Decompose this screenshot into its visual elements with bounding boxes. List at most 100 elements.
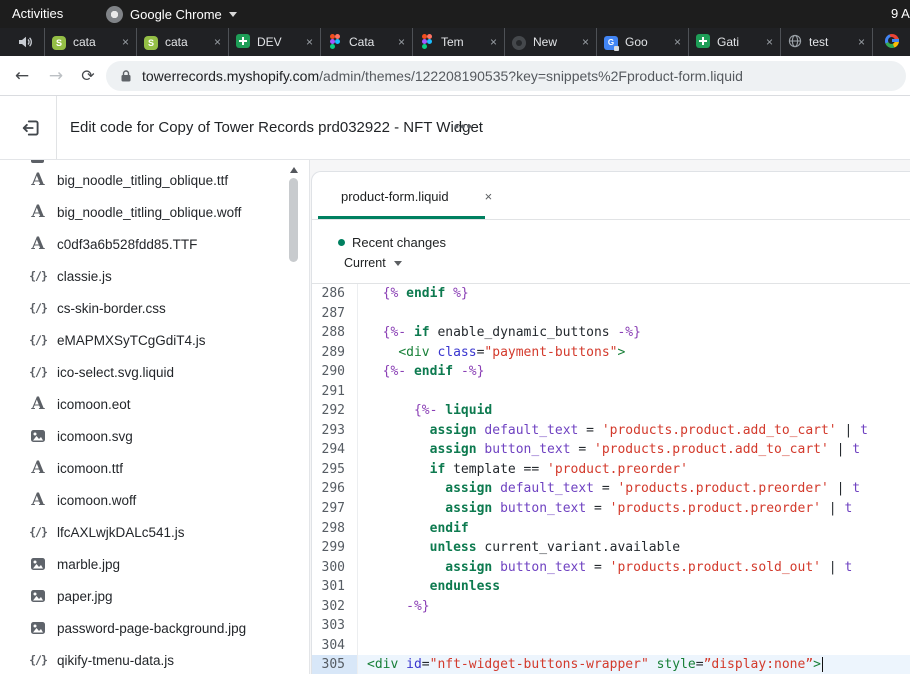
chevron-down-icon: [394, 261, 402, 266]
tab-close-icon[interactable]: ×: [398, 35, 405, 49]
version-dropdown[interactable]: Current: [344, 256, 910, 270]
admin-header: Edit code for Copy of Tower Records prd0…: [0, 96, 910, 160]
file-row[interactable]: {/} ico-select.svg.liquid: [0, 356, 293, 388]
file-row[interactable]: {/} eMAPMXSyTCgGdiT4.js: [0, 324, 293, 356]
file-row[interactable]: Abig_noodle_titling_oblique.woff: [0, 196, 293, 228]
code-line: 300 assign button_text = 'products.produ…: [312, 558, 910, 578]
address-bar[interactable]: towerrecords.myshopify.com/admin/themes/…: [106, 61, 906, 91]
file-row[interactable]: {/}cs-skin-border.css: [0, 292, 293, 324]
close-icon[interactable]: ×: [485, 189, 493, 204]
browser-tab[interactable]: Cata ×: [320, 28, 412, 56]
code-file-icon: {/}: [0, 365, 48, 379]
line-number: 301: [312, 577, 358, 597]
lock-icon[interactable]: [120, 69, 132, 83]
code-line: 294 assign button_text = 'products.produ…: [312, 440, 910, 460]
file-row[interactable]: paper.jpg: [0, 580, 293, 612]
line-number: 286: [312, 284, 358, 304]
tab-title: Cata: [349, 35, 394, 49]
text-cursor: [822, 657, 824, 672]
tab-close-icon[interactable]: ×: [582, 35, 589, 49]
forward-button[interactable]: →: [42, 56, 70, 96]
screen: Activities Google Chrome 9 A Scata×Scata…: [0, 0, 910, 674]
file-row[interactable]: Aicomoon.ttf: [0, 452, 293, 484]
tab-close-icon[interactable]: ×: [214, 35, 221, 49]
code-area[interactable]: 286 {% endif %}287288 {%- if enable_dyna…: [312, 284, 910, 674]
clock: 9 A: [891, 0, 910, 28]
code-line: 298 endif: [312, 519, 910, 539]
browser-tab[interactable]: GGoo×: [596, 28, 688, 56]
file-row[interactable]: Abig_noodle_titling_oblique.ttf: [0, 164, 293, 196]
line-number: 303: [312, 616, 358, 636]
file-row[interactable]: icomoon.svg: [0, 420, 293, 452]
tab-title: Gati: [717, 35, 762, 49]
file-row[interactable]: Aicomoon.eot: [0, 388, 293, 420]
image-file-icon: [0, 588, 48, 604]
version-label: Current: [344, 256, 386, 270]
file-row[interactable]: marble.jpg: [0, 548, 293, 580]
exit-code-editor-button[interactable]: [14, 111, 48, 145]
sidebar-scrollbar-thumb[interactable]: [289, 178, 298, 262]
font-file-icon: A: [0, 490, 48, 510]
tab-close-icon[interactable]: ×: [766, 35, 773, 49]
line-number: 289: [312, 343, 358, 363]
file-row[interactable]: password-page-background.jpg: [0, 612, 293, 644]
tab-title: cata: [165, 35, 210, 49]
chevron-down-icon: [229, 12, 237, 17]
editor-tab-bar: product-form.liquid ×: [312, 172, 910, 220]
tab-title: Tem: [441, 35, 486, 49]
code-line: 286 {% endif %}: [312, 284, 910, 304]
tab-close-icon[interactable]: ×: [490, 35, 497, 49]
image-file-icon: [0, 428, 48, 444]
browser-tab[interactable]: New×: [504, 28, 596, 56]
more-actions-button[interactable]: •••: [454, 96, 473, 157]
browser-tab[interactable]: DEV ×: [228, 28, 320, 56]
code-line: 302 -%}: [312, 597, 910, 617]
file-name: paper.jpg: [57, 589, 113, 604]
browser-tab[interactable]: Scata ×: [136, 28, 228, 56]
recent-changes-label: Recent changes: [352, 235, 446, 250]
back-button[interactable]: ←: [8, 56, 36, 96]
line-number: 288: [312, 323, 358, 343]
url-domain: towerrecords.myshopify.com: [142, 68, 319, 84]
line-number: 298: [312, 519, 358, 539]
browser-tab[interactable]: [872, 28, 910, 56]
file-name: eMAPMXSyTCgGdiT4.js: [57, 333, 206, 348]
globe-icon: [788, 34, 802, 51]
url-path: /admin/themes/122208190535?key=snippets%…: [319, 68, 743, 84]
code-file-icon: {/}: [0, 333, 48, 347]
file-row[interactable]: Ac0df3a6b528fdd85.TTF: [0, 228, 293, 260]
code-line: 295 if template == 'product.preorder': [312, 460, 910, 480]
file-name: ico-select.svg.liquid: [57, 365, 174, 380]
scroll-up-icon[interactable]: [290, 167, 298, 173]
file-name: icomoon.woff: [57, 493, 136, 508]
file-name: icomoon.ttf: [57, 461, 123, 476]
font-file-icon: A: [0, 170, 48, 190]
editor-tab-label: product-form.liquid: [341, 189, 449, 204]
browser-tab[interactable]: Tem ×: [412, 28, 504, 56]
reload-button[interactable]: ⟳: [74, 56, 102, 96]
tab-title: cata: [73, 35, 118, 49]
font-file-icon: A: [0, 202, 48, 222]
app-menu[interactable]: Google Chrome: [106, 0, 237, 28]
tab-title: test: [809, 35, 854, 49]
app-menu-label: Google Chrome: [130, 7, 222, 22]
browser-tab[interactable]: Gati ×: [688, 28, 780, 56]
code-line: 299 unless current_variant.available: [312, 538, 910, 558]
activities-button[interactable]: Activities: [12, 0, 63, 28]
tab-title: DEV: [257, 35, 302, 49]
browser-tab[interactable]: test ×: [780, 28, 872, 56]
shopify-icon: S: [144, 35, 158, 50]
tab-close-icon[interactable]: ×: [858, 35, 865, 49]
file-row[interactable]: Aicomoon.woff: [0, 484, 293, 516]
tab-close-icon[interactable]: ×: [306, 35, 313, 49]
browser-tab[interactable]: Scata×: [44, 28, 136, 56]
file-row[interactable]: {/}classie.js: [0, 260, 293, 292]
code-file-icon: {/}: [0, 301, 48, 315]
file-row[interactable]: {/}qikify-tmenu-data.js: [0, 644, 293, 674]
editor-tab[interactable]: product-form.liquid ×: [341, 172, 492, 220]
tab-close-icon[interactable]: ×: [674, 35, 681, 49]
file-row[interactable]: {/}lfcAXLwjkDALc541.js: [0, 516, 293, 548]
line-number: 290: [312, 362, 358, 382]
code-line: 289 <div class="payment-buttons">: [312, 343, 910, 363]
tab-close-icon[interactable]: ×: [122, 35, 129, 49]
